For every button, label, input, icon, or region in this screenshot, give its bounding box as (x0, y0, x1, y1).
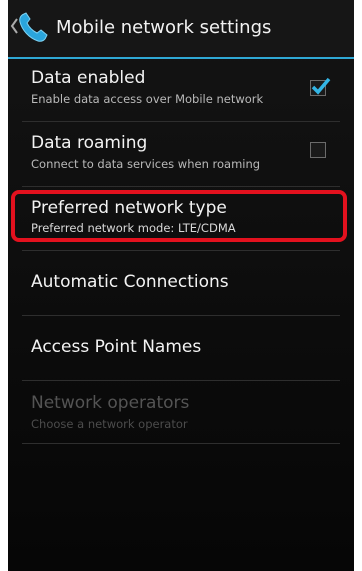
data-enabled-title: Data enabled (31, 68, 146, 88)
access-point-names-setting[interactable]: Access Point Names (8, 316, 354, 379)
data-roaming-title: Data roaming (31, 133, 148, 153)
divider (22, 443, 340, 444)
automatic-connections-title: Automatic Connections (31, 272, 229, 292)
network-operators-setting[interactable]: Network operators Choose a network opera… (8, 381, 354, 444)
preferred-network-type-title: Preferred network type (31, 198, 227, 218)
data-roaming-setting[interactable]: Data roaming Connect to data services wh… (8, 122, 354, 185)
settings-screen: Mobile network settings Data enabled Ena… (8, 0, 354, 571)
automatic-connections-setting[interactable]: Automatic Connections (8, 251, 354, 314)
access-point-names-title: Access Point Names (31, 337, 202, 357)
data-enabled-checkbox[interactable] (310, 77, 331, 96)
preferred-network-type-setting[interactable]: Preferred network type Preferred network… (8, 187, 354, 249)
checkmark-icon (311, 77, 331, 95)
action-bar: Mobile network settings (8, 0, 354, 59)
data-enabled-setting[interactable]: Data enabled Enable data access over Mob… (8, 59, 354, 119)
phone-screen-frame: Mobile network settings Data enabled Ena… (8, 0, 354, 571)
preferred-network-type-summary: Preferred network mode: LTE/CDMA (31, 221, 236, 235)
data-enabled-summary: Enable data access over Mobile network (31, 92, 264, 106)
data-roaming-summary: Connect to data services when roaming (31, 157, 261, 171)
network-operators-summary: Choose a network operator (31, 417, 188, 431)
network-operators-title: Network operators (31, 393, 190, 413)
page-title: Mobile network settings (56, 17, 272, 38)
phone-icon[interactable] (16, 10, 50, 44)
data-roaming-checkbox[interactable] (310, 142, 326, 158)
